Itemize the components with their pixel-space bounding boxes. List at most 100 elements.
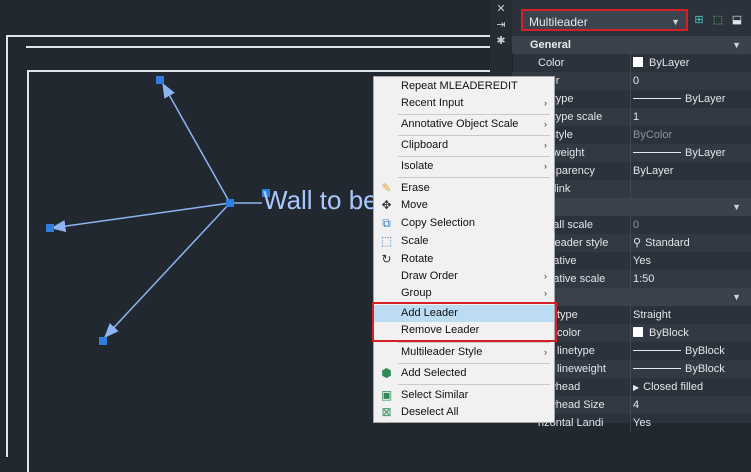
chevron-right-icon: › — [544, 98, 547, 108]
menu-item-rotate[interactable]: ↻ Rotate — [374, 251, 554, 268]
chevron-down-icon: ▼ — [732, 202, 741, 212]
menu-item-copy-selection[interactable]: ⧉ Copy Selection — [374, 215, 554, 232]
property-value: Closed filled — [643, 381, 704, 393]
menu-item-recent-input[interactable]: Recent Input › — [374, 95, 554, 112]
grip-leader-end-left — [46, 224, 54, 232]
linetype-preview — [633, 98, 681, 99]
menu-item-label: Multileader Style — [401, 346, 483, 358]
menu-item-select-similar[interactable]: ▣ Select Similar — [374, 387, 554, 404]
property-value: 0 — [633, 75, 640, 87]
menu-separator — [398, 135, 550, 136]
menu-item-label: Deselect All — [401, 406, 459, 418]
menu-item-move[interactable]: ✥ Move — [374, 197, 554, 214]
lineweight-preview — [633, 152, 681, 153]
property-value: ByLayer — [685, 147, 726, 159]
menu-separator — [398, 342, 550, 343]
lineweight-preview — [633, 368, 681, 369]
grip-landing — [226, 199, 234, 207]
settings-icon[interactable]: ✱ — [494, 34, 508, 48]
menu-separator — [398, 156, 550, 157]
menu-item-scale[interactable]: ⬚ Scale — [374, 233, 554, 250]
menu-item-label: Copy Selection — [401, 217, 475, 229]
menu-item-draw-order[interactable]: Draw Order › — [374, 268, 554, 285]
property-row[interactable]: Color ByLayer — [512, 54, 751, 72]
menu-item-label: Repeat MLEADEREDIT — [401, 80, 518, 92]
property-value: 4 — [633, 399, 640, 411]
menu-item-repeat[interactable]: Repeat MLEADEREDIT — [374, 78, 554, 95]
leader-line-up — [162, 82, 231, 204]
menu-item-label: Scale — [401, 235, 429, 247]
property-value: 1 — [633, 111, 640, 123]
menu-item-label: Select Similar — [401, 389, 469, 401]
menu-item-multileader-style[interactable]: Multileader Style › — [374, 344, 554, 361]
menu-item-label: Erase — [401, 182, 430, 194]
menu-item-label: Annotative Object Scale — [401, 118, 519, 130]
menu-item-label: Add Selected — [401, 367, 467, 379]
property-value: Yes — [633, 417, 651, 429]
menu-item-label: Group — [401, 287, 432, 299]
chevron-right-icon: › — [544, 119, 547, 129]
grip-leader-end-down — [99, 337, 107, 345]
chevron-right-icon: › — [544, 288, 547, 298]
menu-item-label: Clipboard — [401, 139, 449, 151]
chevron-down-icon: ▼ — [732, 40, 741, 50]
toggle-pickadd-icon[interactable]: ⬓ — [730, 13, 744, 27]
menu-item-erase[interactable]: ✎ Erase — [374, 180, 554, 197]
grip-leader-end-up — [156, 76, 164, 84]
deselect-icon: ⊠ — [381, 405, 392, 419]
highlight-annotation-box — [372, 302, 557, 342]
copy-icon: ⧉ — [382, 216, 391, 230]
object-type-value: Multileader — [529, 15, 588, 29]
menu-item-clipboard[interactable]: Clipboard › — [374, 137, 554, 154]
move-icon: ✥ — [381, 198, 392, 212]
menu-item-label: Isolate — [401, 160, 434, 172]
menu-separator — [398, 114, 550, 115]
chevron-right-icon: › — [544, 161, 547, 171]
eraser-icon: ✎ — [381, 181, 392, 195]
select-similar-icon: ▣ — [380, 388, 393, 402]
quick-select-icon[interactable]: ⊞ — [692, 13, 706, 27]
property-value: Yes — [633, 255, 651, 267]
leader-line-down — [103, 202, 231, 339]
menu-separator — [398, 384, 550, 385]
multileader-text[interactable]: Wall to be — [263, 185, 378, 216]
property-value: ByLayer — [649, 57, 690, 69]
menu-item-label: Rotate — [401, 253, 434, 265]
select-objects-icon[interactable]: ⬚ — [711, 13, 725, 27]
menu-item-group[interactable]: Group › — [374, 285, 554, 302]
menu-item-label: Draw Order — [401, 270, 458, 282]
menu-item-label: Recent Input — [401, 97, 464, 109]
chevron-right-icon: › — [544, 347, 547, 357]
property-value: ByLayer — [685, 93, 726, 105]
rotate-icon: ↻ — [381, 252, 392, 266]
property-value: ByBlock — [685, 363, 725, 375]
menu-separator — [398, 363, 550, 364]
close-icon[interactable]: ✕ — [494, 2, 508, 16]
property-value: ByLayer — [633, 165, 674, 177]
section-general[interactable]: General ▼ — [512, 36, 751, 54]
object-type-dropdown[interactable]: Multileader ▼ — [521, 9, 688, 31]
add-selected-icon: ⬢ — [381, 366, 392, 380]
property-value: ByBlock — [685, 345, 725, 357]
menu-item-annotative-scale[interactable]: Annotative Object Scale › — [374, 116, 554, 133]
property-value: Standard — [645, 237, 690, 249]
menu-item-isolate[interactable]: Isolate › — [374, 158, 554, 175]
arrowhead-icon: ▶ — [633, 383, 640, 392]
property-value: Straight — [633, 309, 671, 321]
property-label: Color — [538, 57, 565, 69]
chevron-down-icon: ▼ — [732, 292, 741, 302]
menu-item-label: Move — [401, 199, 428, 211]
property-value: 0 — [633, 219, 640, 231]
context-menu: Repeat MLEADEREDIT Recent Input › Annotat… — [373, 76, 555, 423]
scale-icon: ⬚ — [380, 234, 393, 248]
chevron-down-icon: ▼ — [671, 17, 680, 27]
menu-item-add-selected[interactable]: ⬢ Add Selected — [374, 365, 554, 382]
pin-icon[interactable]: ⇥ — [494, 18, 508, 32]
color-swatch — [633, 327, 643, 337]
leader-line-left — [50, 202, 231, 233]
linetype-preview — [633, 350, 681, 351]
property-value: ByColor — [633, 129, 673, 141]
annotative-style-icon: ⚲ — [633, 237, 642, 249]
color-swatch — [633, 57, 643, 67]
menu-item-deselect-all[interactable]: ⊠ Deselect All — [374, 404, 554, 421]
